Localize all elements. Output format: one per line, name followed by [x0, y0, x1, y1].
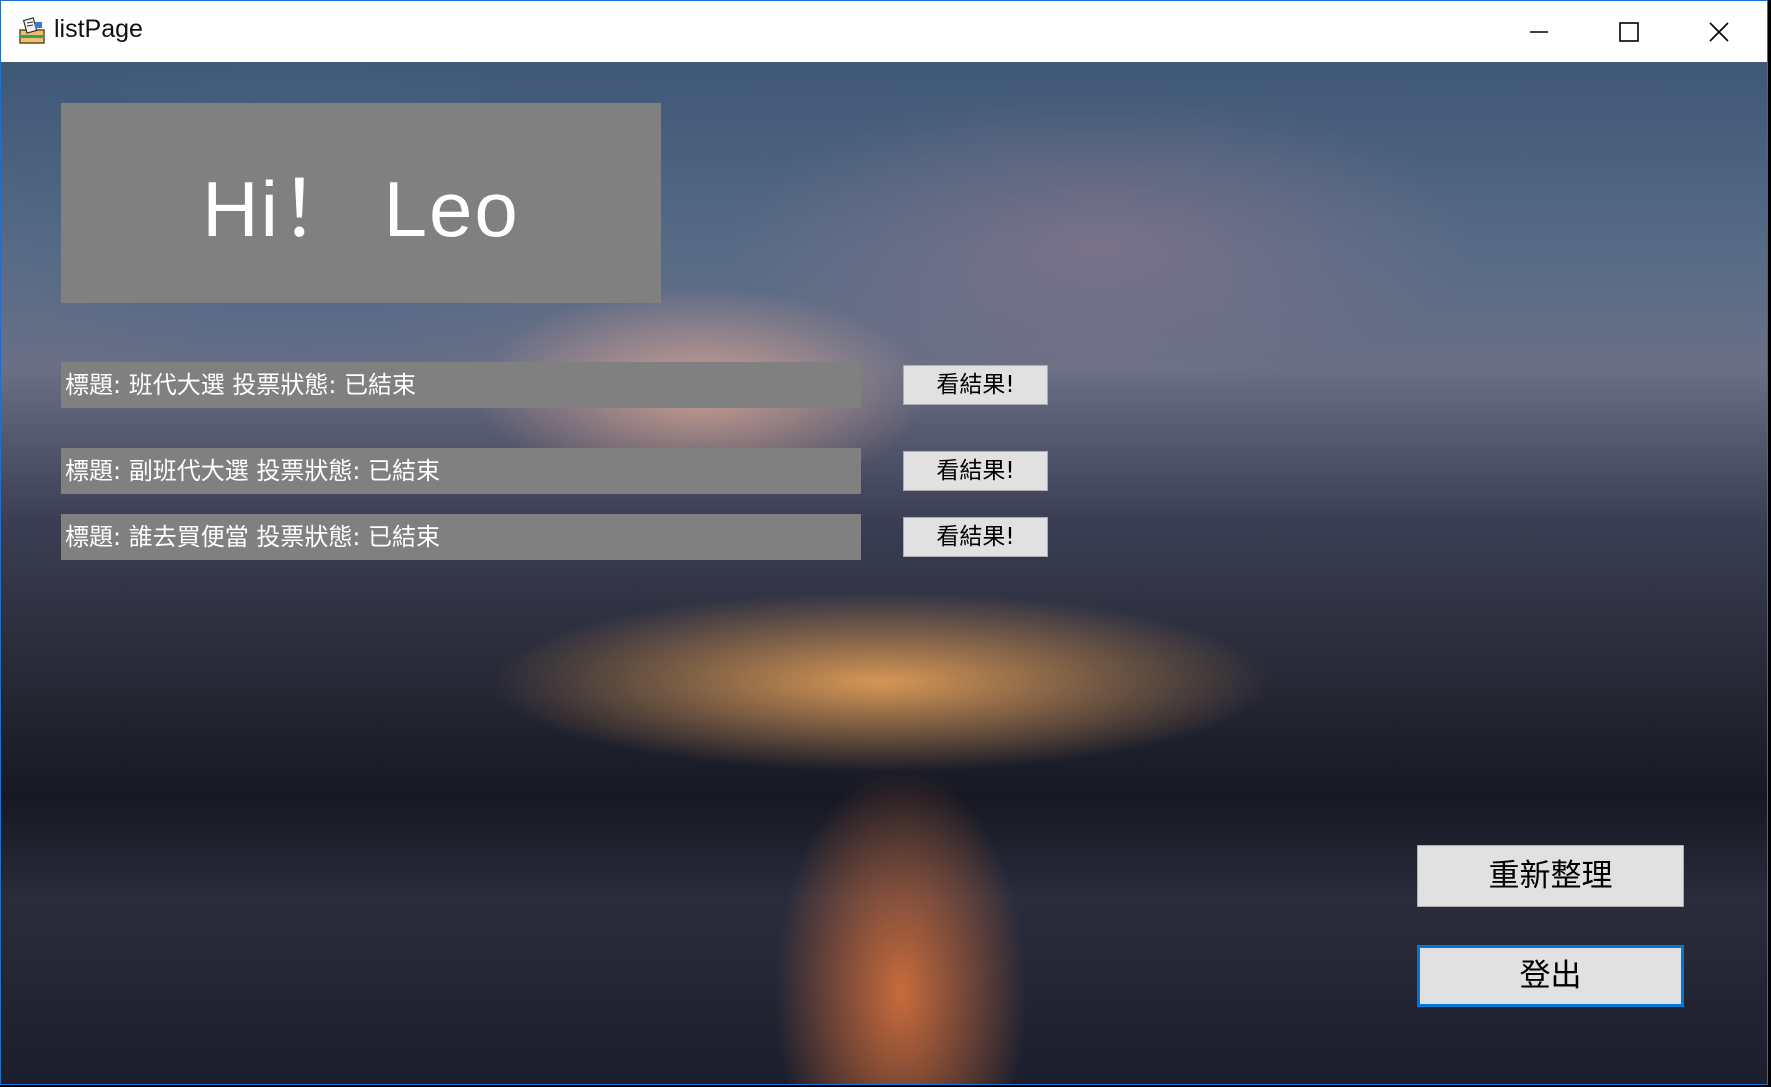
- app-icon: [17, 16, 47, 46]
- main-panel: Hi！ Leo 標題: 班代大選 投票狀態: 已結束 看結果! 標題: 副班代大…: [1, 62, 1767, 1084]
- close-button[interactable]: [1674, 1, 1764, 62]
- logout-button[interactable]: 登出: [1417, 945, 1684, 1007]
- poll-label: 標題: 誰去買便當 投票狀態: 已結束: [61, 514, 861, 560]
- view-result-button[interactable]: 看結果!: [903, 517, 1048, 557]
- window-title: listPage: [54, 15, 143, 43]
- view-result-button[interactable]: 看結果!: [903, 451, 1048, 491]
- greeting-panel: Hi！ Leo: [61, 103, 661, 303]
- maximize-button[interactable]: [1584, 1, 1674, 62]
- refresh-button[interactable]: 重新整理: [1417, 845, 1684, 907]
- title-bar[interactable]: listPage: [1, 1, 1767, 62]
- poll-label: 標題: 副班代大選 投票狀態: 已結束: [61, 448, 861, 494]
- app-window: listPage Hi！ Leo 標題: 班代大選 投票狀態: 已結束 看結果!…: [0, 0, 1768, 1085]
- view-result-button[interactable]: 看結果!: [903, 365, 1048, 405]
- minimize-button[interactable]: [1494, 1, 1584, 62]
- maximize-icon: [1619, 21, 1639, 42]
- poll-label: 標題: 班代大選 投票狀態: 已結束: [61, 362, 861, 408]
- greeting-text: Hi！ Leo: [202, 165, 520, 253]
- minimize-icon: [1529, 22, 1549, 42]
- close-icon: [1709, 21, 1729, 42]
